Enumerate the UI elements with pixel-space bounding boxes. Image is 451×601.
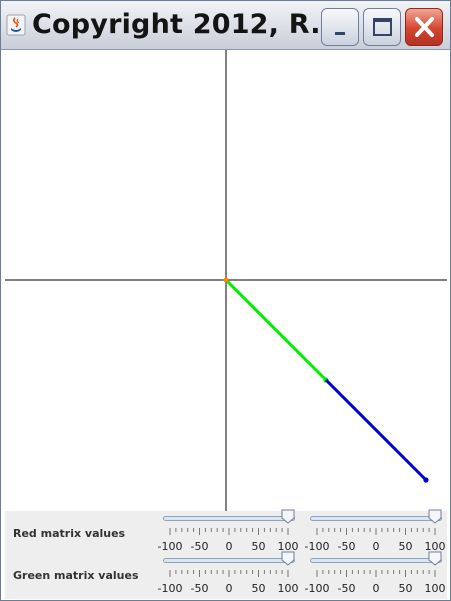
plot-svg xyxy=(5,50,447,511)
red-slider-2[interactable] xyxy=(310,509,442,527)
tick-label: 0 xyxy=(372,540,380,553)
window-title: Copyright 2012, R... xyxy=(32,9,342,40)
slider-track[interactable] xyxy=(163,516,295,521)
close-button[interactable] xyxy=(405,8,443,46)
slider-ticks: -100 -50 0 50 100 xyxy=(305,527,446,557)
tick-label: -50 xyxy=(337,582,356,595)
tick-label: 0 xyxy=(225,582,233,595)
slider-track[interactable] xyxy=(310,558,442,563)
tick-label: 50 xyxy=(398,540,413,553)
green-vector xyxy=(224,278,328,382)
tick-label: -100 xyxy=(304,540,330,553)
close-icon xyxy=(415,17,434,37)
slider-ticks: -100 -50 0 50 100 xyxy=(158,527,299,557)
tick-marks xyxy=(316,528,436,535)
tick-label: 50 xyxy=(398,582,413,595)
slider-track[interactable] xyxy=(310,516,442,521)
green-matrix-label: Green matrix values xyxy=(13,569,139,582)
plot-canvas xyxy=(5,50,447,511)
tick-label: -100 xyxy=(157,582,183,595)
origin-dot xyxy=(223,277,229,283)
tick-label: 100 xyxy=(277,540,299,553)
minimize-icon xyxy=(335,32,345,35)
tick-marks xyxy=(169,528,289,535)
tick-label: -50 xyxy=(190,540,209,553)
tick-label: 0 xyxy=(225,540,233,553)
title-bar[interactable]: Copyright 2012, R... xyxy=(1,1,450,50)
blue-vector xyxy=(324,378,428,482)
tick-label: -100 xyxy=(157,540,183,553)
java-icon xyxy=(6,14,26,36)
maximize-icon xyxy=(373,18,392,36)
tick-label: -50 xyxy=(190,582,209,595)
slider-thumb[interactable] xyxy=(281,509,295,524)
tick-label: 100 xyxy=(277,582,299,595)
blue-vector-endpoint xyxy=(423,477,429,483)
slider-track[interactable] xyxy=(163,558,295,563)
tick-marks xyxy=(316,570,436,577)
slider-ticks: -100 -50 0 50 100 xyxy=(158,569,299,599)
red-slider-1[interactable] xyxy=(163,509,295,527)
tick-label: -50 xyxy=(337,540,356,553)
tick-label: -100 xyxy=(304,582,330,595)
tick-label: 50 xyxy=(251,540,266,553)
tick-label: 50 xyxy=(251,582,266,595)
controls-panel: Red matrix values Green matrix values -1… xyxy=(5,509,447,599)
tick-label: 100 xyxy=(424,540,446,553)
minimize-button[interactable] xyxy=(321,8,359,46)
slider-thumb[interactable] xyxy=(428,509,442,524)
maximize-button[interactable] xyxy=(363,8,401,46)
tick-label: 0 xyxy=(372,582,380,595)
tick-label: 100 xyxy=(424,582,446,595)
slider-ticks: -100 -50 0 50 100 xyxy=(305,569,446,599)
tick-marks xyxy=(169,570,289,577)
application-window: Copyright 2012, R... Red matrix values G… xyxy=(0,0,451,601)
red-matrix-label: Red matrix values xyxy=(13,527,126,540)
